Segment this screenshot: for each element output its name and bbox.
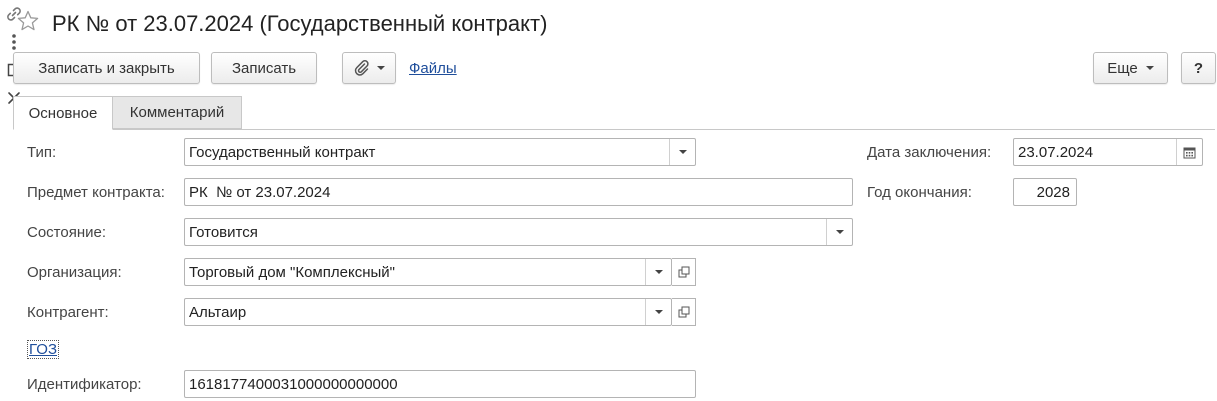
- organization-dropdown-button[interactable]: [645, 259, 671, 285]
- conclusion-date-value: 23.07.2024: [1018, 143, 1094, 161]
- subject-label: Предмет контракта:: [27, 184, 165, 201]
- type-label: Тип:: [27, 144, 57, 161]
- counterparty-dropdown-button[interactable]: [645, 299, 671, 325]
- state-label: Состояние:: [27, 224, 107, 241]
- dropdown-arrow-icon: [835, 230, 844, 234]
- calendar-icon: [1183, 147, 1196, 158]
- save-button[interactable]: Записать: [211, 52, 317, 84]
- tabs-divider: [13, 129, 1215, 130]
- state-dropdown-button[interactable]: [826, 219, 852, 245]
- identifier-value: 1618177400031000000000000: [189, 375, 398, 393]
- organization-value: Торговый дом "Комплексный": [189, 263, 395, 281]
- more-vertical-icon: [12, 34, 16, 50]
- end-year-value: 2028: [1036, 183, 1070, 201]
- conclusion-date-input[interactable]: 23.07.2024: [1013, 138, 1203, 166]
- favorite-star-icon[interactable]: [16, 9, 40, 33]
- type-select[interactable]: Государственный контракт: [184, 138, 696, 166]
- tab-comment[interactable]: Комментарий: [113, 96, 242, 129]
- conclusion-date-label: Дата заключения:: [867, 144, 992, 161]
- state-value: Готовится: [189, 223, 258, 241]
- counterparty-open-button[interactable]: [672, 298, 696, 326]
- type-value: Государственный контракт: [189, 143, 376, 161]
- attachments-button[interactable]: [342, 52, 396, 84]
- files-link[interactable]: Файлы: [409, 60, 457, 77]
- open-form-icon: [678, 266, 689, 278]
- dropdown-arrow-icon: [654, 270, 663, 274]
- counterparty-select[interactable]: Альтаир: [184, 298, 672, 326]
- dropdown-arrow-icon: [654, 310, 663, 314]
- tab-main[interactable]: Основное: [13, 96, 113, 130]
- open-form-icon: [678, 306, 689, 318]
- state-select[interactable]: Готовится: [184, 218, 853, 246]
- organization-label: Организация:: [27, 264, 122, 281]
- organization-select[interactable]: Торговый дом "Комплексный": [184, 258, 672, 286]
- end-year-input[interactable]: 2028: [1013, 178, 1077, 206]
- paperclip-icon: [354, 60, 369, 76]
- more-button-label: Еще: [1107, 59, 1138, 77]
- dropdown-arrow-icon: [377, 66, 385, 70]
- dropdown-arrow-icon: [678, 150, 687, 154]
- subject-input[interactable]: РК № от 23.07.2024: [184, 178, 853, 206]
- identifier-input[interactable]: 1618177400031000000000000: [184, 370, 696, 398]
- dropdown-arrow-icon: [1145, 66, 1154, 70]
- counterparty-label: Контрагент:: [27, 304, 109, 321]
- end-year-label: Год окончания:: [867, 184, 972, 201]
- goz-link[interactable]: ГОЗ: [27, 340, 60, 359]
- identifier-label: Идентификатор:: [27, 376, 142, 393]
- more-button[interactable]: Еще: [1093, 52, 1168, 84]
- help-button[interactable]: ?: [1181, 52, 1216, 84]
- subject-value: РК № от 23.07.2024: [189, 183, 331, 201]
- calendar-button[interactable]: [1176, 139, 1202, 165]
- type-dropdown-button[interactable]: [669, 139, 695, 165]
- save-and-close-button[interactable]: Записать и закрыть: [13, 52, 200, 84]
- window-title: РК № от 23.07.2024 (Государственный конт…: [52, 11, 548, 36]
- organization-open-button[interactable]: [672, 258, 696, 286]
- counterparty-value: Альтаир: [189, 303, 247, 321]
